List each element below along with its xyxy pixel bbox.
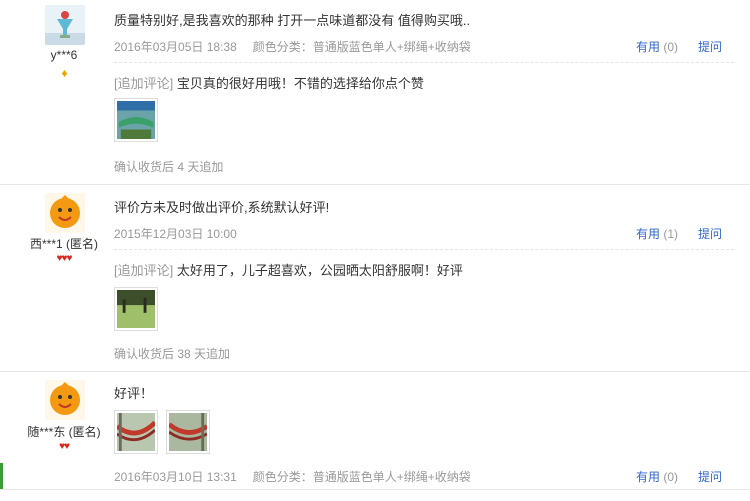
- useful-button[interactable]: 有用 (0): [636, 38, 678, 55]
- confirm-receipt-note: 确认收货后 4 天追加: [114, 160, 224, 174]
- review-date: 2015年12月03日 10:00: [114, 227, 237, 241]
- heart-badge-icon: ♥♥: [59, 441, 70, 452]
- append-tag: [追加评论]: [114, 263, 174, 278]
- useful-label: 有用: [636, 40, 661, 54]
- append-text: 太好用了，儿子超喜欢，公园晒太阳舒服啊！好评: [176, 263, 463, 278]
- review-text: 评价方未及时做出评价,系统默认好评!: [114, 200, 330, 215]
- review-photo-thumbnail[interactable]: [114, 98, 158, 142]
- review-text: 质量特别好,是我喜欢的那种 打开一点味道都没有 值得购买哦..: [114, 13, 471, 28]
- review-photo-thumbnail[interactable]: [166, 410, 210, 454]
- reviewer-name[interactable]: y***6: [0, 48, 128, 62]
- review-photo-thumbnail[interactable]: [114, 287, 158, 331]
- divider: [114, 249, 734, 250]
- review-date: 2016年03月10日 13:31: [114, 470, 237, 484]
- review-date: 2016年03月05日 18:38: [114, 40, 237, 54]
- review-photo-thumbnail[interactable]: [114, 410, 158, 454]
- review-item: 随***东 (匿名) ♥♥ 好评！ 2016年03月10日 13:31 颜色分类：…: [0, 372, 750, 490]
- review-spec: 颜色分类：普通版蓝色单人+绑绳+收纳袋: [252, 40, 471, 54]
- review-item: y***6 ♦ 质量特别好,是我喜欢的那种 打开一点味道都没有 值得购买哦.. …: [0, 0, 750, 185]
- append-comment: [追加评论] 太好用了，儿子超喜欢，公园晒太阳舒服啊！好评: [114, 260, 463, 279]
- append-text: 宝贝真的很好用哦！不错的选择给你点个赞: [176, 76, 424, 91]
- review-spec: 颜色分类：普通版蓝色单人+绑绳+收纳袋: [252, 470, 471, 484]
- reviewer-name[interactable]: 随***东 (匿名): [0, 423, 128, 440]
- scroll-indicator: [0, 463, 3, 489]
- confirm-receipt-note: 确认收货后 38 天追加: [114, 347, 231, 361]
- review-meta: 2016年03月10日 13:31 颜色分类：普通版蓝色单人+绑绳+收纳袋: [114, 468, 471, 485]
- reviewer-name[interactable]: 西***1 (匿名): [0, 235, 128, 252]
- useful-button[interactable]: 有用 (1): [636, 225, 678, 242]
- ask-link[interactable]: 提问: [698, 38, 722, 55]
- heart-badge-icon: ♥♥♥: [56, 253, 73, 264]
- diamond-badge-icon: ♦: [61, 66, 67, 80]
- review-meta: 2015年12月03日 10:00: [114, 225, 237, 242]
- useful-count: (0): [663, 40, 679, 54]
- avatar[interactable]: [45, 193, 85, 233]
- ask-link[interactable]: 提问: [698, 468, 722, 485]
- useful-count: (1): [663, 227, 679, 241]
- append-comment: [追加评论] 宝贝真的很好用哦！不错的选择给你点个赞: [114, 73, 424, 92]
- useful-count: (0): [663, 470, 679, 484]
- avatar[interactable]: [45, 380, 85, 420]
- useful-label: 有用: [636, 470, 661, 484]
- review-meta: 2016年03月05日 18:38 颜色分类：普通版蓝色单人+绑绳+收纳袋: [114, 38, 471, 55]
- review-item: 西***1 (匿名) ♥♥♥ 评价方未及时做出评价,系统默认好评! 2015年1…: [0, 185, 750, 372]
- avatar[interactable]: [45, 5, 85, 45]
- divider: [114, 62, 734, 63]
- review-text: 好评！: [114, 386, 154, 401]
- append-tag: [追加评论]: [114, 76, 174, 91]
- ask-link[interactable]: 提问: [698, 225, 722, 242]
- useful-label: 有用: [636, 227, 661, 241]
- useful-button[interactable]: 有用 (0): [636, 468, 678, 485]
